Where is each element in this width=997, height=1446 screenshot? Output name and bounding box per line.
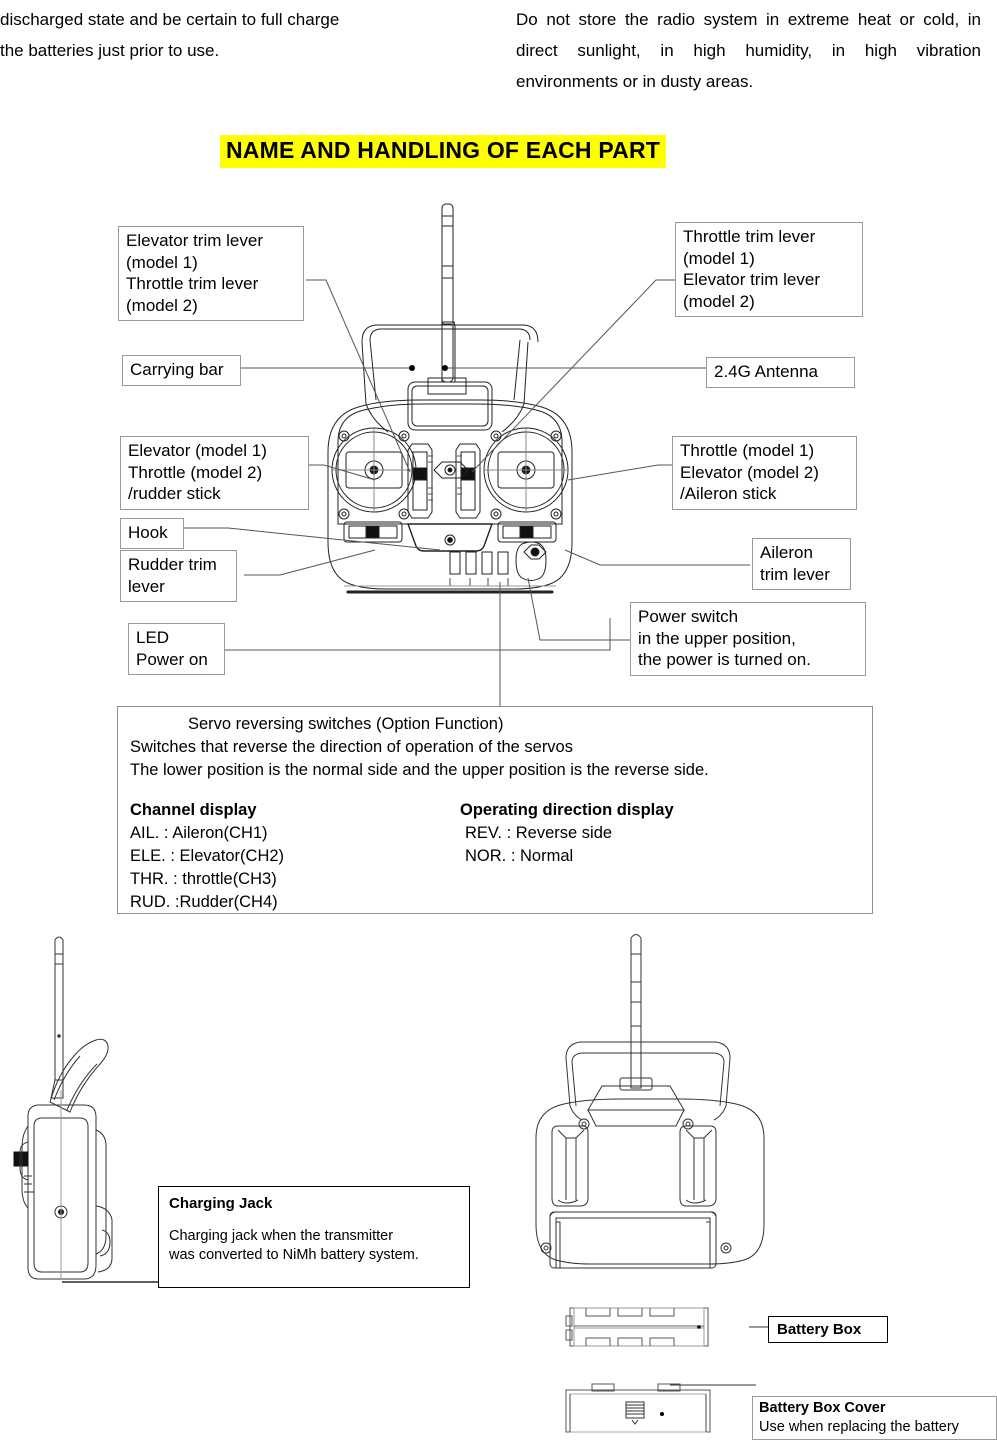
servo-reversing-info-box: Servo reversing switches (Option Functio… (117, 706, 873, 914)
direction-item: NOR. : Normal (465, 847, 574, 865)
servo-box-line1: Switches that reverse the direction of o… (130, 738, 573, 756)
direction-display-column: Operating direction display REV. : Rever… (460, 799, 674, 914)
servo-box-columns: Channel display AIL. : Aileron(CH1) ELE.… (130, 799, 862, 914)
channel-item: RUD. :Rudder(CH4) (130, 893, 278, 911)
intro-left-paragraph: discharged state and be certain to full … (0, 4, 460, 66)
battery-box-cover-title: Battery Box Cover (759, 1400, 886, 1416)
channel-item: THR. : throttle(CH3) (130, 870, 277, 888)
callout-elevator-trim-left: Elevator trim lever (model 1) Throttle t… (118, 226, 304, 321)
battery-box-cover-label: Battery Box Cover Use when replacing the… (752, 1396, 997, 1440)
callout-right-stick: Throttle (model 1) Elevator (model 2) /A… (672, 436, 857, 510)
callout-antenna: 2.4G Antenna (706, 357, 855, 388)
direction-item: REV. : Reverse side (465, 824, 613, 842)
servo-box-spacer (130, 782, 862, 799)
channel-display-column: Channel display AIL. : Aileron(CH1) ELE.… (130, 799, 460, 914)
channel-item: ELE. : Elevator(CH2) (130, 847, 285, 865)
channel-display-heading: Channel display (130, 801, 257, 819)
charging-jack-title: Charging Jack (169, 1195, 273, 1212)
page-title: NAME AND HANDLING OF EACH PART (220, 135, 667, 168)
callout-left-stick: Elevator (model 1) Throttle (model 2) /r… (120, 436, 309, 510)
intro-right-paragraph: Do not store the radio system in extreme… (516, 10, 981, 91)
callout-throttle-trim-right: Throttle trim lever (model 1) Elevator t… (675, 222, 863, 317)
callout-carrying-bar: Carrying bar (122, 355, 241, 386)
callout-led: LED Power on (128, 623, 225, 675)
servo-box-line2: The lower position is the normal side an… (130, 761, 709, 779)
intro-left-line1: discharged state and be certain to full … (0, 10, 340, 29)
callout-hook: Hook (120, 518, 184, 549)
direction-display-heading: Operating direction display (460, 801, 674, 819)
intro-left-line2: the batteries just prior to use. (0, 41, 220, 60)
battery-box-label: Battery Box (768, 1316, 888, 1343)
servo-box-heading: Servo reversing switches (Option Functio… (188, 715, 504, 733)
callout-power-switch: Power switch in the upper position, the … (630, 602, 866, 676)
callout-rudder-trim: Rudder trim lever (120, 550, 237, 602)
charging-jack-note: Charging Jack Charging jack when the tra… (158, 1186, 470, 1288)
channel-item: AIL. : Aileron(CH1) (130, 824, 268, 842)
battery-box-cover-body: Use when replacing the battery (759, 1419, 959, 1435)
charging-jack-body: Charging jack when the transmitter was c… (169, 1228, 419, 1263)
callout-aileron-trim: Aileron trim lever (752, 538, 851, 590)
